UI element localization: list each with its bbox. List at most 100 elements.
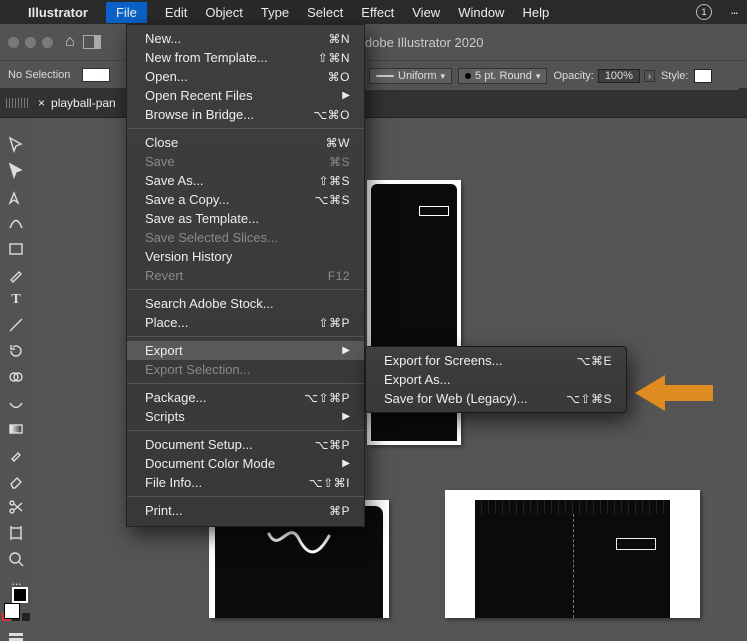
curvature-tool-icon[interactable] bbox=[7, 214, 25, 232]
stroke-profile-select[interactable]: Uniform ▾ bbox=[369, 68, 452, 84]
menu-item-label: File Info... bbox=[145, 475, 309, 490]
direct-selection-tool-icon[interactable] bbox=[7, 162, 25, 180]
chevron-down-icon: ▾ bbox=[536, 71, 541, 82]
pen-tool-icon[interactable] bbox=[7, 188, 25, 206]
rotate-tool-icon[interactable] bbox=[7, 342, 25, 360]
menu-item-place[interactable]: Place...⇧⌘P bbox=[127, 313, 364, 332]
menu-item-label: Document Color Mode bbox=[145, 456, 342, 471]
zoom-tool-icon[interactable] bbox=[7, 550, 25, 568]
eraser-tool-icon[interactable] bbox=[7, 472, 25, 490]
tab-grip-icon[interactable] bbox=[6, 98, 28, 108]
home-icon[interactable]: ⌂ bbox=[65, 33, 75, 51]
menu-file[interactable]: File bbox=[106, 2, 147, 23]
menu-edit[interactable]: Edit bbox=[165, 5, 187, 20]
traffic-lights[interactable] bbox=[8, 37, 53, 48]
menu-item-label: Revert bbox=[145, 268, 328, 283]
eyedropper-tool-icon[interactable] bbox=[7, 446, 25, 464]
menu-window[interactable]: Window bbox=[458, 5, 504, 20]
menu-item-label: Place... bbox=[145, 315, 318, 330]
menu-item-label: Export Selection... bbox=[145, 362, 350, 377]
submenu-item-label: Save for Web (Legacy)... bbox=[384, 391, 566, 406]
opacity-control[interactable]: Opacity: 100% › bbox=[553, 69, 655, 83]
menubar-overflow-icon[interactable]: ··· bbox=[730, 5, 737, 20]
artwork-drawstring bbox=[259, 526, 339, 566]
submenu-item-label: Export As... bbox=[384, 372, 612, 387]
menu-item-label: Export bbox=[145, 343, 342, 358]
menu-item-label: Document Setup... bbox=[145, 437, 315, 452]
gradient-tool-icon[interactable] bbox=[7, 420, 25, 438]
menu-item-label: Scripts bbox=[145, 409, 342, 424]
document-tab-bar: × playball-pan bbox=[0, 88, 747, 118]
stroke-profile-icon bbox=[376, 75, 394, 77]
menu-item-save-as[interactable]: Save As...⇧⌘S bbox=[127, 171, 364, 190]
screen-mode-icon[interactable] bbox=[9, 633, 23, 641]
menu-item-save-a-copy[interactable]: Save a Copy...⌥⌘S bbox=[127, 190, 364, 209]
menu-item-save-as-template[interactable]: Save as Template... bbox=[127, 209, 364, 228]
fill-swatch[interactable] bbox=[82, 68, 110, 82]
scissors-tool-icon[interactable] bbox=[7, 498, 25, 516]
selection-tool-icon[interactable] bbox=[7, 136, 25, 154]
submenu-arrow-icon: ▶ bbox=[342, 90, 350, 101]
menu-item-label: Save a Copy... bbox=[145, 192, 315, 207]
menu-shortcut: F12 bbox=[328, 269, 350, 283]
menu-item-version-history[interactable]: Version History bbox=[127, 247, 364, 266]
menu-item-label: Save bbox=[145, 154, 329, 169]
artwork-pocket2 bbox=[616, 538, 656, 550]
menu-shortcut: ⌘S bbox=[329, 155, 350, 169]
app-name[interactable]: Illustrator bbox=[28, 5, 88, 20]
paintbrush-tool-icon[interactable] bbox=[7, 266, 25, 284]
menu-item-search-adobe-stock[interactable]: Search Adobe Stock... bbox=[127, 294, 364, 313]
submenu-item-export-for-screens[interactable]: Export for Screens...⌥⌘E bbox=[366, 351, 626, 370]
menu-type[interactable]: Type bbox=[261, 5, 289, 20]
menu-item-browse-in-bridge[interactable]: Browse in Bridge...⌥⌘O bbox=[127, 105, 364, 124]
type-tool-icon[interactable]: T bbox=[7, 292, 25, 308]
menu-shortcut: ⌘O bbox=[328, 70, 350, 84]
macos-menubar: Illustrator File Edit Object Type Select… bbox=[0, 0, 747, 24]
close-tab-icon[interactable]: × bbox=[38, 96, 45, 110]
submenu-arrow-icon: ▶ bbox=[342, 458, 350, 469]
menu-shortcut: ⌥⇧⌘S bbox=[566, 392, 612, 406]
menu-item-package[interactable]: Package...⌥⇧⌘P bbox=[127, 388, 364, 407]
document-tab[interactable]: × playball-pan bbox=[38, 96, 116, 110]
menu-item-label: Open Recent Files bbox=[145, 88, 342, 103]
brush-label: 5 pt. Round bbox=[475, 70, 532, 82]
submenu-item-label: Export for Screens... bbox=[384, 353, 577, 368]
rectangle-tool-icon[interactable] bbox=[7, 240, 25, 258]
menu-view[interactable]: View bbox=[412, 5, 440, 20]
menu-item-open-recent-files[interactable]: Open Recent Files▶ bbox=[127, 86, 364, 105]
menu-item-document-color-mode[interactable]: Document Color Mode▶ bbox=[127, 454, 364, 473]
menu-select[interactable]: Select bbox=[307, 5, 343, 20]
menu-object[interactable]: Object bbox=[205, 5, 243, 20]
brush-select[interactable]: 5 pt. Round ▾ bbox=[458, 68, 547, 84]
menu-item-open[interactable]: Open...⌘O bbox=[127, 67, 364, 86]
submenu-item-save-for-web-legacy[interactable]: Save for Web (Legacy)...⌥⇧⌘S bbox=[366, 389, 626, 408]
menu-item-scripts[interactable]: Scripts▶ bbox=[127, 407, 364, 426]
menu-shortcut: ⇧⌘P bbox=[318, 316, 350, 330]
submenu-item-export-as[interactable]: Export As... bbox=[366, 370, 626, 389]
width-tool-icon[interactable] bbox=[7, 394, 25, 412]
menu-item-document-setup[interactable]: Document Setup...⌥⌘P bbox=[127, 435, 364, 454]
menu-help[interactable]: Help bbox=[522, 5, 549, 20]
line-tool-icon[interactable] bbox=[7, 316, 25, 334]
menu-item-label: New... bbox=[145, 31, 328, 46]
menu-shortcut: ⌘W bbox=[326, 136, 350, 150]
menu-item-new[interactable]: New...⌘N bbox=[127, 29, 364, 48]
menu-item-file-info[interactable]: File Info...⌥⇧⌘I bbox=[127, 473, 364, 492]
user-badge-icon[interactable]: 1 bbox=[696, 4, 712, 20]
menu-shortcut: ⇧⌘S bbox=[318, 174, 350, 188]
artboard-3[interactable] bbox=[445, 490, 700, 618]
menu-item-print[interactable]: Print...⌘P bbox=[127, 501, 364, 520]
artwork-waistband bbox=[475, 500, 670, 514]
graphic-style-swatch[interactable] bbox=[694, 69, 712, 83]
shape-builder-tool-icon[interactable] bbox=[7, 368, 25, 386]
menu-item-new-from-template[interactable]: New from Template...⇧⌘N bbox=[127, 48, 364, 67]
menu-item-close[interactable]: Close⌘W bbox=[127, 133, 364, 152]
menu-item-export[interactable]: Export▶ bbox=[127, 341, 364, 360]
menu-effect[interactable]: Effect bbox=[361, 5, 394, 20]
opacity-label: Opacity: bbox=[553, 70, 593, 82]
menu-item-label: Open... bbox=[145, 69, 328, 84]
opacity-value[interactable]: 100% bbox=[598, 69, 640, 83]
panel-toggle-icon[interactable] bbox=[83, 35, 101, 49]
menu-shortcut: ⌥⌘P bbox=[315, 438, 350, 452]
artboard-tool-icon[interactable] bbox=[7, 524, 25, 542]
